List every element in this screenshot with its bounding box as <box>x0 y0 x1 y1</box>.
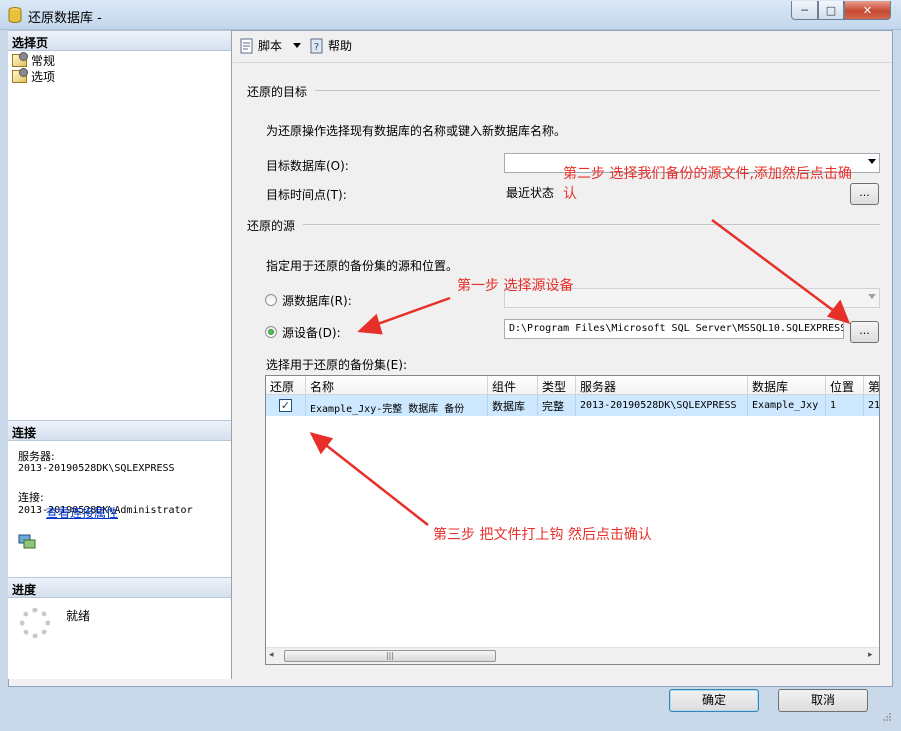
target-db-label: 目标数据库(O): <box>266 159 349 173</box>
help-button[interactable]: ? 帮助 <box>309 37 352 54</box>
page-icon <box>12 51 28 67</box>
help-icon: ? <box>310 38 323 53</box>
table-row-database: Example_Jxy <box>748 395 826 416</box>
target-time-field: 最近状态 <box>504 182 844 202</box>
source-device-label: 源设备(D): <box>282 326 341 340</box>
server-label: 服务器: <box>18 450 55 463</box>
view-connection-properties-link[interactable]: 查看连接属性 <box>46 504 118 521</box>
resize-grip-icon[interactable] <box>882 712 892 722</box>
table-row-type: 完整 <box>538 395 576 416</box>
table-row-component: 数据库 <box>488 395 538 416</box>
cancel-button[interactable]: 取消 <box>778 689 868 712</box>
page-item-options[interactable]: 选项 <box>12 67 56 84</box>
restore-target-description: 为还原操作选择现有数据库的名称或键入新数据库名称。 <box>266 124 567 138</box>
column-header-restore[interactable]: 还原 <box>266 376 306 395</box>
title-bar: 还原数据库 - ─ □ ✕ <box>0 0 901 30</box>
chevron-down-icon[interactable] <box>293 43 302 48</box>
source-db-label: 源数据库(R): <box>282 294 352 308</box>
annotation-step-3: 第三步 把文件打上钩 然后点击确认 <box>433 527 652 543</box>
script-label: 脚本 <box>258 39 283 53</box>
backup-sets-grid[interactable]: 还原 名称 组件 类型 服务器 数据库 位置 第 ✓ Example_Jxy-完… <box>265 375 880 665</box>
source-device-path[interactable]: D:\Program Files\Microsoft SQL Server\MS… <box>504 319 844 339</box>
source-device-radio[interactable] <box>265 326 277 338</box>
database-icon <box>8 7 22 23</box>
restore-checkbox[interactable]: ✓ <box>279 399 292 412</box>
annotation-step-2-continued: 认 <box>563 186 577 202</box>
column-header-position[interactable]: 位置 <box>826 376 864 395</box>
script-button[interactable]: 脚本 <box>239 37 302 54</box>
toolbar: 脚本 ? 帮助 <box>233 31 892 63</box>
table-row-name: Example_Jxy-完整 数据库 备份 <box>306 395 488 416</box>
target-time-label: 目标时间点(T): <box>266 188 347 202</box>
column-header-name[interactable]: 名称 <box>306 376 488 395</box>
source-device-browse-button[interactable]: ... <box>850 321 879 343</box>
left-pane: 选择页 常规 选项 连接 服务器: 2013-20190528DK\SQLEXP… <box>8 30 232 679</box>
column-header-first[interactable]: 第 <box>864 376 879 395</box>
scroll-left-icon[interactable]: ◂ <box>269 650 274 660</box>
minimize-button[interactable]: ─ <box>791 1 818 20</box>
scroll-right-icon[interactable]: ▸ <box>868 650 873 660</box>
target-time-browse-button[interactable]: ... <box>850 183 879 205</box>
connection-header: 连接 <box>8 420 231 441</box>
page-icon <box>12 67 28 83</box>
connection-properties-icon <box>18 534 36 549</box>
restore-target-title: 还原的目标 <box>247 85 308 99</box>
column-header-server[interactable]: 服务器 <box>576 376 748 395</box>
maximize-button[interactable]: □ <box>818 1 844 20</box>
table-row-server: 2013-20190528DK\SQLEXPRESS <box>576 395 748 416</box>
svg-text:?: ? <box>314 42 319 53</box>
column-header-component[interactable]: 组件 <box>488 376 538 395</box>
chevron-down-icon <box>868 294 876 299</box>
page-item-label: 常规 <box>31 53 56 68</box>
scroll-thumb[interactable]: ||| <box>284 650 496 662</box>
maximize-icon: □ <box>825 3 837 17</box>
annotation-step-2: 第二步 选择我们备份的源文件,添加然后点击确 <box>563 166 852 182</box>
help-label: 帮助 <box>328 39 353 53</box>
source-db-radio[interactable] <box>265 294 277 306</box>
select-page-header: 选择页 <box>8 30 231 51</box>
section-divider <box>315 90 880 91</box>
close-button[interactable]: ✕ <box>844 1 891 20</box>
page-item-label: 选项 <box>31 69 56 84</box>
backup-sets-label: 选择用于还原的备份集(E): <box>266 358 407 372</box>
progress-header: 进度 <box>8 577 231 598</box>
column-header-database[interactable]: 数据库 <box>748 376 826 395</box>
restore-source-description: 指定用于还原的备份集的源和位置。 <box>266 259 459 273</box>
minimize-icon: ─ <box>801 3 808 17</box>
window-title: 还原数据库 - <box>28 11 102 26</box>
ok-button[interactable]: 确定 <box>669 689 759 712</box>
progress-status: 就绪 <box>66 609 91 623</box>
target-time-value: 最近状态 <box>506 186 555 200</box>
table-row-restore-cell: ✓ <box>266 395 306 416</box>
table-row-position: 1 <box>826 395 864 416</box>
restore-source-title: 还原的源 <box>247 219 296 233</box>
script-icon <box>240 38 253 53</box>
progress-spinner-icon <box>20 608 50 638</box>
table-row-first: 21 <box>864 395 879 416</box>
connection-label: 连接: <box>18 491 44 504</box>
annotation-step-1: 第一步 选择源设备 <box>457 278 574 294</box>
horizontal-scrollbar[interactable]: ◂ ||| ▸ <box>266 647 879 664</box>
page-item-general[interactable]: 常规 <box>12 51 56 68</box>
server-value: 2013-20190528DK\SQLEXPRESS <box>18 463 175 474</box>
close-icon: ✕ <box>862 3 873 17</box>
column-header-type[interactable]: 类型 <box>538 376 576 395</box>
section-divider <box>303 224 880 225</box>
